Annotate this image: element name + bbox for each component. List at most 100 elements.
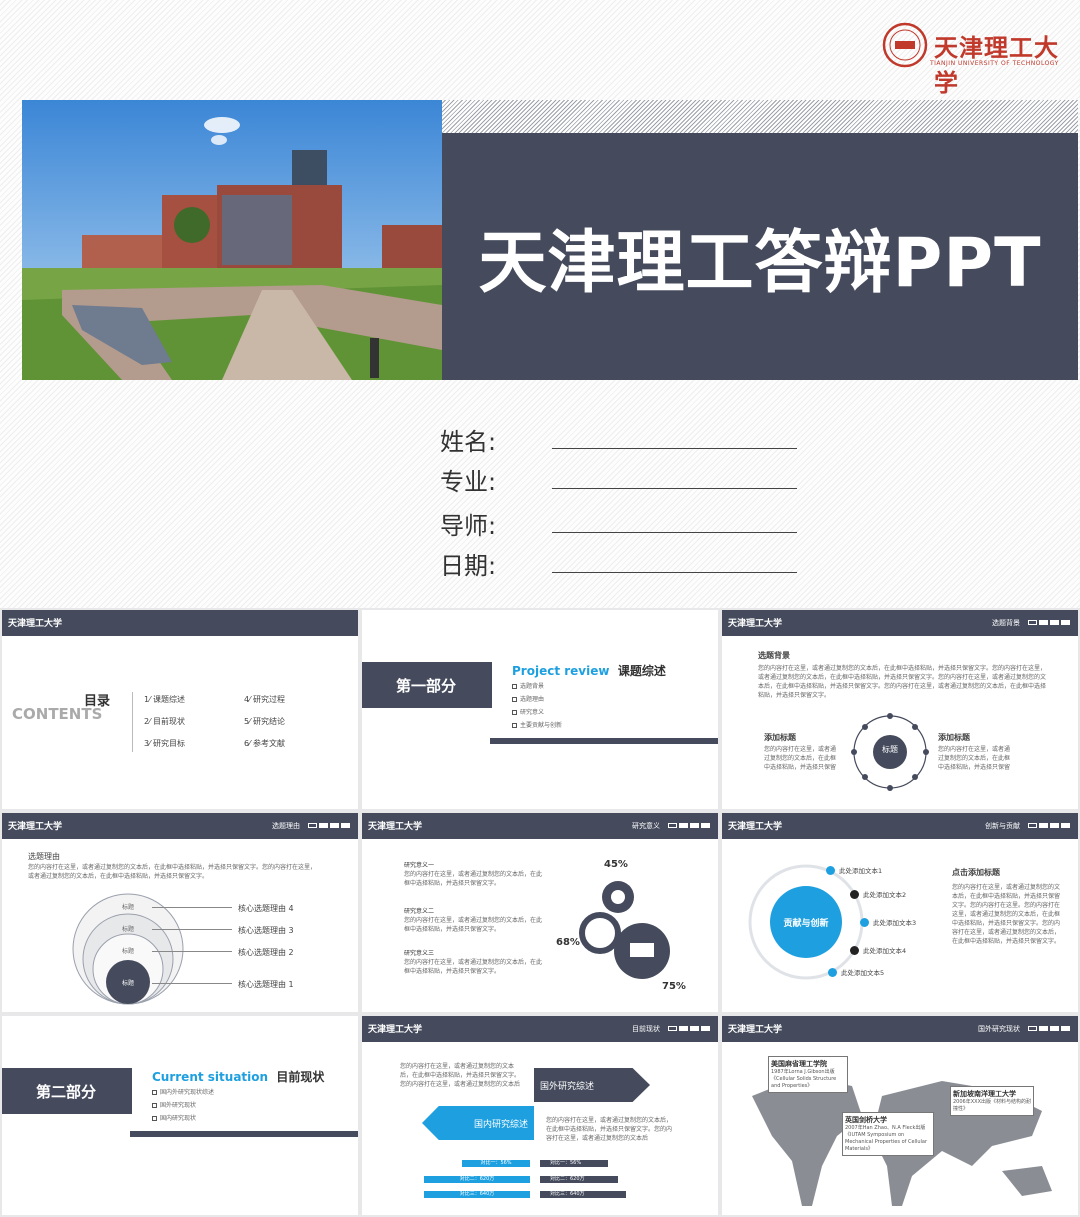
significance-item-2: 研究意义二 您的内容打在这里，或者通过复制您的文本后，在此框中选择粘贴，并选择只… <box>404 907 544 934</box>
toc-item-2[interactable]: 2⁄ 目前现状 <box>144 716 185 727</box>
left-text: 您的内容打在这里，或者通过复制您的文本后，在此框中选择粘贴，并选择只保留 <box>764 746 837 771</box>
reasons-paragraph: 您的内容打在这里，或者通过复制您的文本后，在此框中选择粘贴，并选择只保留文字。您… <box>28 864 317 880</box>
slide-foreign-research[interactable]: 天津理工大学 国外研究现状 美国麻省理工学院 1987年Lorna J.Gibs… <box>721 1015 1079 1216</box>
part-one-heading: Project review 课题综述 <box>512 662 666 679</box>
bullet-item[interactable]: 研究意义 <box>512 708 562 717</box>
name-field[interactable]: 姓名: <box>440 422 800 462</box>
slide-background[interactable]: 天津理工大学 选题背景 选题背景 您的内容打在这里，或者通过复制您的文本后，在此… <box>721 609 1079 810</box>
logo-subtitle: TIANJIN UNIVERSITY OF TECHNOLOGY <box>930 60 1059 67</box>
toc-number: 3 <box>144 739 150 748</box>
pct-top: 45% <box>604 859 628 870</box>
header-logo: 天津理工大学 <box>8 822 63 832</box>
circle-label-1: 标题 <box>122 980 135 987</box>
bar-left-2: 对比二：620万 <box>424 1176 530 1183</box>
heading-en: Current situation <box>152 1070 269 1084</box>
reason-3: 核心选题理由 3 <box>238 926 294 935</box>
leader-line <box>152 907 232 908</box>
header-logo: 天津理工大学 <box>368 822 423 832</box>
right-text: 您的内容打在这里，或者通过复制您的文本后，在此框中选择粘贴，并选择只保留 <box>938 746 1011 771</box>
circle-label-4: 标题 <box>122 904 135 911</box>
item-text: 您的内容打在这里，或者通过复制您的文本后，在此框中选择粘贴，并选择只保留文字。 <box>404 917 543 933</box>
contribution-point-4: 此处添加文本4 <box>850 945 906 955</box>
slide-header: 天津理工大学 目前现状 <box>362 1016 718 1042</box>
date-blank-line[interactable] <box>552 572 797 573</box>
toc-number: 2 <box>144 717 150 726</box>
toc-item-1[interactable]: 1⁄ 课题综述 <box>144 694 185 705</box>
seal-icon <box>882 22 928 68</box>
university-logo: 天津理工大学 TIANJIN UNIVERSITY OF TECHNOLOGY <box>882 22 1062 97</box>
header-progress <box>1028 620 1070 625</box>
slide-contents[interactable]: 天津理工大学 目录 CONTENTS 1⁄ 课题综述 4⁄ 研究过程 2⁄ 目前… <box>1 609 359 810</box>
leader-line <box>152 951 232 952</box>
reasons-heading: 选题理由 <box>28 852 60 861</box>
significance-item-1: 研究意义一 您的内容打在这里，或者通过复制您的文本后，在此框中选择粘贴，并选择只… <box>404 861 544 888</box>
header-tag: 目前现状 <box>632 1025 660 1033</box>
slide-reasons[interactable]: 天津理工大学 选题理由 选题理由 您的内容打在这里，或者通过复制您的文本后，在此… <box>1 812 359 1013</box>
toc-number: 4 <box>244 695 250 704</box>
part-two-block: 第二部分 <box>2 1068 130 1114</box>
domestic-arrow: 国内研究综述 <box>422 1106 534 1140</box>
background-paragraph: 您的内容打在这里，或者通过复制您的文本后，在此框中选择粘贴，并选择只保留文字。您… <box>758 665 1047 699</box>
part-divider <box>130 1068 132 1114</box>
left-title: 添加标题 <box>764 733 796 742</box>
slide-part-two[interactable]: 第二部分 Current situation 目前现状 国内外研究现状综述 国外… <box>1 1015 359 1216</box>
circle-label-3: 标题 <box>122 926 135 933</box>
name-label: 姓名: <box>440 428 497 456</box>
slide-significance[interactable]: 天津理工大学 研究意义 研究意义一 您的内容打在这里，或者通过复制您的文本后，在… <box>361 812 719 1013</box>
header-tag: 研究意义 <box>632 822 660 830</box>
major-blank-line[interactable] <box>552 488 797 489</box>
slide-part-one[interactable]: 第一部分 Project review 课题综述 选题背景 选题理由 研究意义 … <box>361 609 719 810</box>
cover-slide: 天津理工大学 TIANJIN UNIVERSITY OF TECHNOLOGY <box>0 0 1080 608</box>
header-logo: 天津理工大学 <box>728 822 783 832</box>
slide-header: 天津理工大学 选题理由 <box>2 813 358 839</box>
bullet-item[interactable]: 国内研究现状 <box>152 1114 214 1123</box>
part-divider <box>490 662 492 708</box>
toc-item-6[interactable]: 6⁄ 参考文献 <box>244 738 285 749</box>
slide-status[interactable]: 天津理工大学 目前现状 您的内容打在这里，或者通过复制您的文本后，在此框中选择粘… <box>361 1015 719 1216</box>
item-text: 您的内容打在这里，或者通过复制您的文本后，在此框中选择粘贴，并选择只保留文字。 <box>404 871 543 887</box>
header-logo: 天津理工大学 <box>728 619 783 629</box>
slide-header: 天津理工大学 研究意义 <box>362 813 718 839</box>
box-title: 英国剑桥大学 <box>845 1116 887 1124</box>
date-field[interactable]: 日期: <box>440 546 800 586</box>
hub-center-label: 标题 <box>882 745 898 754</box>
toc-label: 课题综述 <box>152 695 185 704</box>
header-progress <box>668 823 710 828</box>
header-logo: 天津理工大学 <box>8 619 63 629</box>
advisor-label: 导师: <box>440 512 497 540</box>
major-field[interactable]: 专业: <box>440 462 800 502</box>
slide-contribution[interactable]: 天津理工大学 创新与贡献 贡献与创新 此处添加文本1 此处添加文本2 此处添加文… <box>721 812 1079 1013</box>
advisor-field[interactable]: 导师: <box>440 506 800 546</box>
toc-label: 研究过程 <box>252 695 285 704</box>
point-dot <box>850 889 859 899</box>
name-blank-line[interactable] <box>552 448 797 449</box>
item-text: 您的内容打在这里，或者通过复制您的文本后，在此框中选择粘贴，并选择只保留文字。 <box>404 959 543 975</box>
part-one-bullets: 选题背景 选题理由 研究意义 主要贡献与创新 <box>512 682 562 730</box>
bullet-item[interactable]: 选题背景 <box>512 682 562 691</box>
heading-cn: 目前现状 <box>276 1070 325 1084</box>
box-text: 1987年Lorna J.Gibson出版《Cellular Solids St… <box>771 1069 837 1089</box>
bullet-item[interactable]: 国内外研究现状综述 <box>152 1088 214 1097</box>
ntu-box: 新加坡南洋理工大学 2006年XXX出版《材料与结构的耐撞性》 <box>950 1086 1034 1116</box>
item-title: 研究意义一 <box>404 862 435 869</box>
mit-box: 美国麻省理工学院 1987年Lorna J.Gibson出版《Cellular … <box>768 1056 848 1093</box>
advisor-blank-line[interactable] <box>552 532 797 533</box>
reason-2: 核心选题理由 2 <box>238 948 294 957</box>
reason-4: 核心选题理由 4 <box>238 904 294 913</box>
bullet-item[interactable]: 国外研究现状 <box>152 1101 214 1110</box>
contents-title-en: CONTENTS <box>12 705 103 723</box>
header-logo: 天津理工大学 <box>368 1025 423 1035</box>
presentation-title: 天津理工答辩PPT <box>478 224 1042 303</box>
leader-line <box>152 929 232 930</box>
header-progress <box>308 823 350 828</box>
toc-item-4[interactable]: 4⁄ 研究过程 <box>244 694 285 705</box>
header-tag: 创新与贡献 <box>985 822 1020 830</box>
bullet-item[interactable]: 主要贡献与创新 <box>512 721 562 730</box>
toc-item-5[interactable]: 5⁄ 研究结论 <box>244 716 285 727</box>
bar-right-3: 对比三：640万 <box>540 1191 626 1198</box>
toc-number: 1 <box>144 695 150 704</box>
toc-item-3[interactable]: 3⁄ 研究目标 <box>144 738 185 749</box>
bullet-item[interactable]: 选题理由 <box>512 695 562 704</box>
bar-left-1: 对比一：56% <box>462 1160 530 1167</box>
header-tag: 选题背景 <box>992 619 1020 627</box>
